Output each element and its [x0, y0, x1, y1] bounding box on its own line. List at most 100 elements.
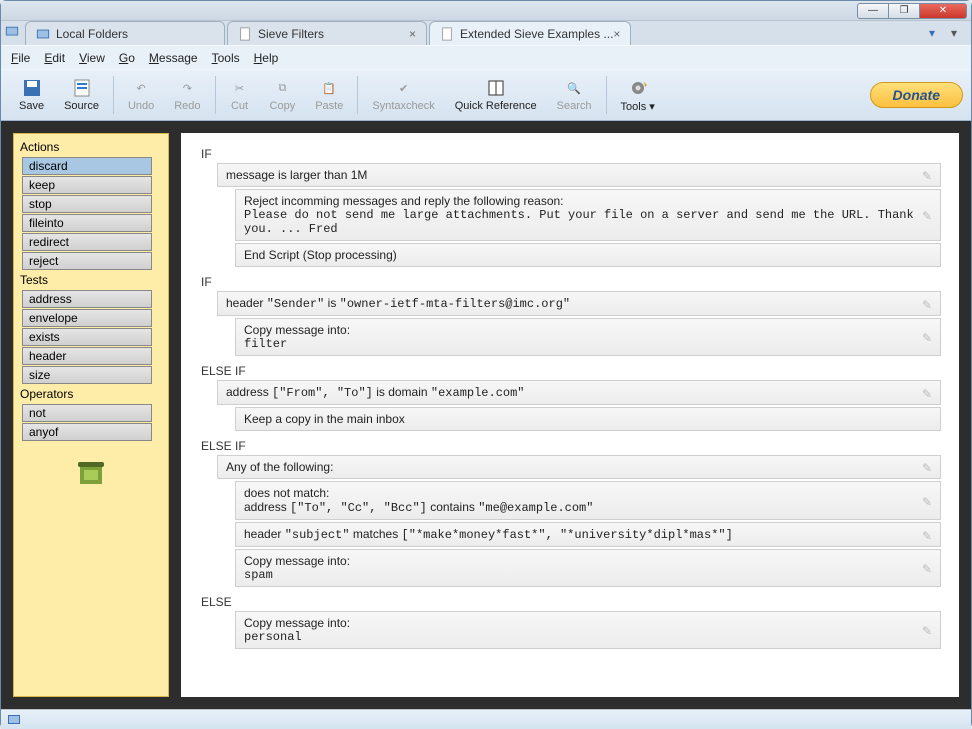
condition-row[interactable]: address ["From", "To"] is domain "exampl… — [217, 380, 941, 405]
cut-button[interactable]: ✂ Cut — [220, 71, 260, 119]
edit-icon[interactable]: ✎ — [922, 169, 934, 181]
palette-header[interactable]: header — [22, 347, 152, 365]
palette-keep[interactable]: keep — [22, 176, 152, 194]
undo-icon: ↶ — [131, 78, 151, 98]
paste-icon: 📋 — [319, 78, 339, 98]
copy-button[interactable]: ⧉ Copy — [260, 71, 306, 119]
menu-go[interactable]: Go — [119, 51, 135, 65]
palette-envelope[interactable]: envelope — [22, 309, 152, 327]
tab-label: Extended Sieve Examples ... — [460, 27, 613, 41]
save-button[interactable]: Save — [9, 71, 54, 119]
syntaxcheck-button[interactable]: ✔ Syntaxcheck — [362, 71, 444, 119]
copy-icon: ⧉ — [272, 78, 292, 98]
close-icon[interactable]: × — [409, 27, 416, 41]
action-row[interactable]: Copy message into: spam ✎ — [235, 549, 941, 587]
tab-extended-examples[interactable]: Extended Sieve Examples ... × — [429, 21, 631, 45]
subtest-row[interactable]: header "subject" matches ["*make*money*f… — [235, 522, 941, 547]
action-row[interactable]: End Script (Stop processing) — [235, 243, 941, 267]
check-icon: ✔ — [394, 78, 414, 98]
edit-icon[interactable]: ✎ — [922, 562, 934, 574]
tab-local-folders[interactable]: Local Folders — [25, 21, 225, 45]
tab-label: Local Folders — [56, 27, 128, 41]
document-icon — [440, 27, 454, 41]
menu-help[interactable]: Help — [254, 51, 279, 65]
palette-anyof[interactable]: anyof — [22, 423, 152, 441]
edit-icon[interactable]: ✎ — [922, 495, 934, 507]
window-close-button[interactable]: ✕ — [919, 3, 967, 19]
trash-icon[interactable] — [73, 457, 109, 489]
palette-stop[interactable]: stop — [22, 195, 152, 213]
source-button[interactable]: Source — [54, 71, 109, 119]
palette-exists[interactable]: exists — [22, 328, 152, 346]
separator — [357, 76, 358, 114]
folder-icon — [36, 27, 50, 41]
tests-heading: Tests — [18, 271, 164, 289]
menu-message[interactable]: Message — [149, 51, 198, 65]
edit-icon[interactable]: ✎ — [922, 387, 934, 399]
condition-label: ELSE IF — [199, 364, 941, 378]
edit-icon[interactable]: ✎ — [922, 461, 934, 473]
document-icon — [238, 27, 252, 41]
statusbar — [1, 709, 971, 729]
quick-reference-button[interactable]: Quick Reference — [445, 71, 547, 119]
toolbar: Save Source ↶ Undo ↷ Redo ✂ Cut ⧉ Copy 📋… — [1, 69, 971, 121]
subtest-row[interactable]: does not match: address ["To", "Cc", "Bc… — [235, 481, 941, 520]
menu-file[interactable]: File — [11, 51, 30, 65]
condition-label: IF — [199, 147, 941, 161]
redo-icon: ↷ — [177, 78, 197, 98]
edit-icon[interactable]: ✎ — [922, 209, 934, 221]
rule-block: IF message is larger than 1M ✎ Reject in… — [199, 147, 941, 267]
palette-redirect[interactable]: redirect — [22, 233, 152, 251]
palette-not[interactable]: not — [22, 404, 152, 422]
cut-icon: ✂ — [230, 78, 250, 98]
operators-heading: Operators — [18, 385, 164, 403]
condition-row[interactable]: message is larger than 1M ✎ — [217, 163, 941, 187]
status-icon — [7, 713, 21, 727]
menu-tools[interactable]: Tools — [212, 51, 240, 65]
palette-reject[interactable]: reject — [22, 252, 152, 270]
dropdown-icon[interactable]: ▾ — [951, 26, 957, 40]
menu-edit[interactable]: Edit — [44, 51, 65, 65]
tabstrip: Local Folders Sieve Filters × Extended S… — [1, 21, 971, 45]
close-icon[interactable]: × — [613, 27, 620, 41]
action-row[interactable]: Copy message into: personal ✎ — [235, 611, 941, 649]
edit-icon[interactable]: ✎ — [922, 331, 934, 343]
window-titlebar: — ❐ ✕ — [1, 1, 971, 21]
action-row[interactable]: Reject incomming messages and reply the … — [235, 189, 941, 241]
rule-block: ELSE IF address ["From", "To"] is domain… — [199, 364, 941, 431]
redo-button[interactable]: ↷ Redo — [164, 71, 210, 119]
tab-label: Sieve Filters — [258, 27, 324, 41]
palette-fileinto[interactable]: fileinto — [22, 214, 152, 232]
tools-dropdown[interactable]: Tools ▾ — [611, 71, 665, 119]
undo-button[interactable]: ↶ Undo — [118, 71, 164, 119]
condition-label: IF — [199, 275, 941, 289]
palette-address[interactable]: address — [22, 290, 152, 308]
menu-view[interactable]: View — [79, 51, 105, 65]
edit-icon[interactable]: ✎ — [922, 298, 934, 310]
content-area: Actions discard keep stop fileinto redir… — [1, 121, 971, 709]
paste-button[interactable]: 📋 Paste — [305, 71, 353, 119]
condition-row[interactable]: header "Sender" is "owner-ietf-mta-filte… — [217, 291, 941, 316]
separator — [606, 76, 607, 114]
actions-heading: Actions — [18, 138, 164, 156]
window-maximize-button[interactable]: ❐ — [888, 3, 920, 19]
tab-sieve-filters[interactable]: Sieve Filters × — [227, 21, 427, 45]
palette-size[interactable]: size — [22, 366, 152, 384]
condition-label: ELSE — [199, 595, 941, 609]
overflow-icon[interactable]: ▾ — [929, 26, 935, 40]
condition-row[interactable]: Any of the following: ✎ — [217, 455, 941, 479]
edit-icon[interactable]: ✎ — [922, 624, 934, 636]
action-row[interactable]: Copy message into: filter ✎ — [235, 318, 941, 356]
rule-editor[interactable]: IF message is larger than 1M ✎ Reject in… — [181, 133, 959, 697]
search-button[interactable]: 🔍 Search — [547, 71, 602, 119]
edit-icon[interactable]: ✎ — [922, 529, 934, 541]
palette-discard[interactable]: discard — [22, 157, 152, 175]
palette-sidebar: Actions discard keep stop fileinto redir… — [13, 133, 169, 697]
save-icon — [22, 78, 42, 98]
action-row[interactable]: Keep a copy in the main inbox — [235, 407, 941, 431]
donate-button[interactable]: Donate — [870, 82, 963, 108]
rule-block: ELSE IF Any of the following: ✎ does not… — [199, 439, 941, 587]
window-minimize-button[interactable]: — — [857, 3, 889, 19]
source-icon — [72, 78, 92, 98]
search-icon: 🔍 — [564, 78, 584, 98]
